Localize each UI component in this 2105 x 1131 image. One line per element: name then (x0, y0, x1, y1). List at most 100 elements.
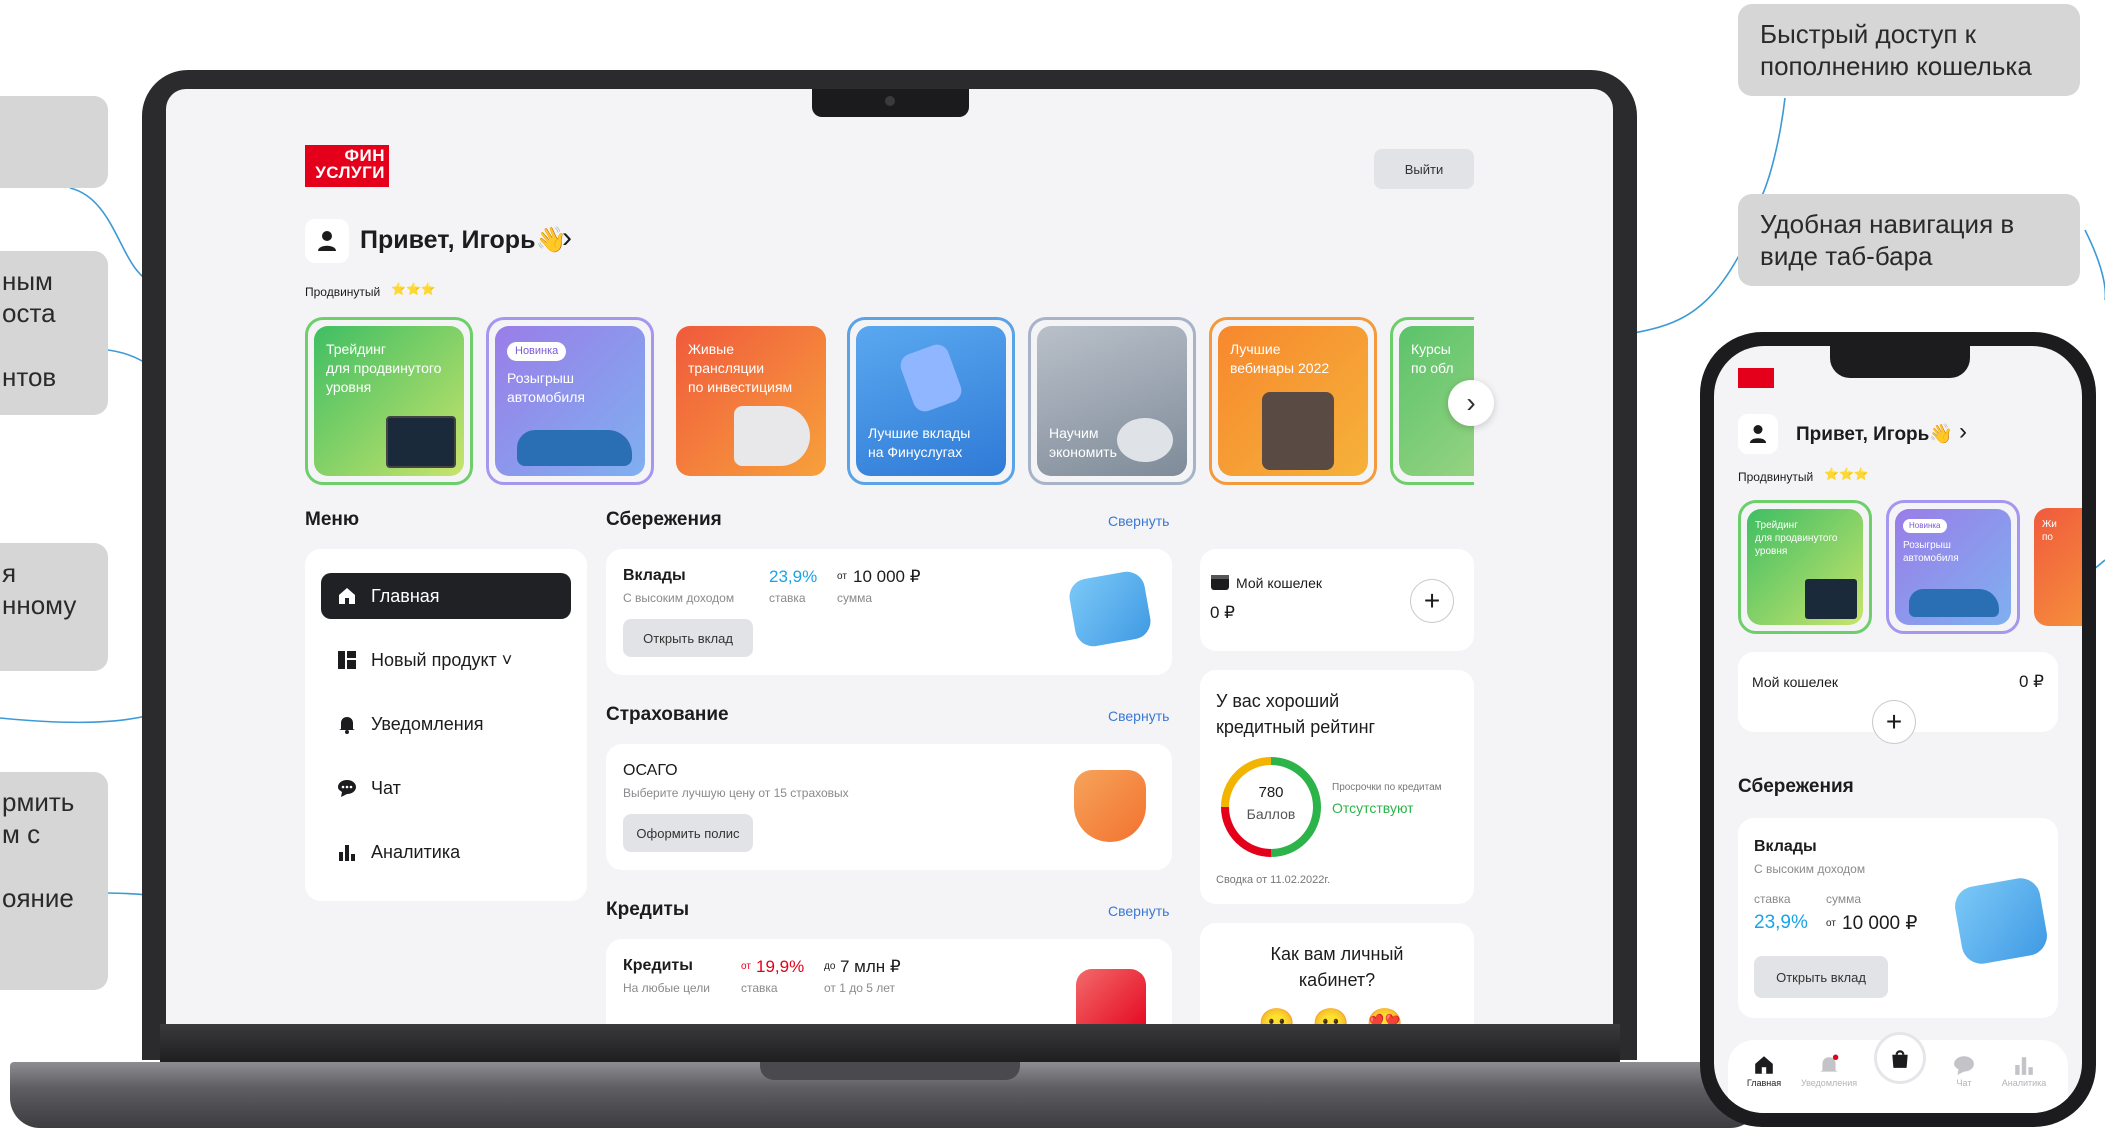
credit-sum: 7 млн ₽ (840, 957, 901, 976)
tab-notifications[interactable]: Уведомления (1792, 1054, 1866, 1088)
wallet-card[interactable]: Мой кошелек 0 ₽ + (1200, 549, 1474, 651)
credits-collapse-link[interactable]: Свернуть (1108, 903, 1169, 919)
tab-label: Уведомления (1800, 1078, 1858, 1088)
menu-item-notifications[interactable]: Уведомления (321, 701, 571, 747)
megaphone-icon (734, 406, 810, 466)
bell-icon (339, 717, 355, 734)
deposit-card[interactable]: Вклады С высоким доходом ставка сумма 23… (1738, 818, 2058, 1018)
percent-arrow-icon (897, 341, 965, 415)
savings-title: Сбережения (1738, 776, 1854, 797)
rating-score-label: Баллов (1246, 806, 1296, 822)
user-icon (318, 231, 336, 251)
home-icon (339, 588, 355, 604)
savings-title: Сбережения (606, 509, 722, 530)
greeting-chevron-icon[interactable]: › (562, 221, 572, 255)
deposit-sum: 10 000 ₽ (853, 567, 921, 586)
story-webinars[interactable]: Лучшие вебинары 2022 (1209, 317, 1377, 485)
story-title: Лучшие вклады на Финуслугах (868, 425, 971, 460)
menu-item-chat[interactable]: Чат (321, 765, 571, 811)
tab-products[interactable] (1874, 1032, 1926, 1084)
savings-collapse-link[interactable]: Свернуть (1108, 513, 1169, 529)
story-title: Трейдинг для продвинутого уровня (326, 341, 442, 395)
brand-logo[interactable] (1738, 368, 1774, 388)
menu-item-home[interactable]: Главная (321, 573, 571, 619)
avatar[interactable] (305, 219, 349, 263)
credit-card[interactable]: Кредиты На любые цели от 19,9% ставка до… (606, 939, 1172, 1024)
story-badge-new: Новинка (507, 342, 567, 361)
logout-button[interactable]: Выйти (1374, 149, 1474, 189)
story-title: Лучшие вебинары 2022 (1230, 341, 1330, 376)
story-trading[interactable]: Трейдинг для продвинутого уровня (305, 317, 473, 485)
open-deposit-button[interactable]: Открыть вклад (1754, 956, 1888, 998)
wallet-add-button[interactable]: + (1872, 700, 1916, 744)
logo-line-1: ФИН (344, 146, 385, 165)
menu-item-new-product[interactable]: Новый продукт ˅ (321, 637, 571, 683)
story-live-streams[interactable]: Живые трансляции по инвестициям (667, 317, 835, 485)
tab-label: Чат (1956, 1078, 1972, 1088)
story-live-clip: Жи по (2034, 508, 2082, 626)
home-icon (1755, 1056, 1773, 1074)
open-deposit-button[interactable]: Открыть вклад (623, 619, 753, 657)
callout-profile (0, 96, 108, 188)
story-learn-saving[interactable]: Научим экономить (1028, 317, 1196, 485)
emoji-meh-button[interactable]: 😐 (1312, 1007, 1349, 1024)
car-shield-icon (1074, 770, 1146, 842)
menu-item-label: Уведомления (371, 713, 484, 734)
menu-item-analytics[interactable]: Аналитика (321, 829, 571, 875)
greeting-text[interactable]: Привет, Игорь👋 (1796, 422, 1953, 446)
menu-item-label: Главная (371, 585, 440, 606)
emoji-love-button[interactable]: 😍 (1366, 1007, 1403, 1024)
deposit-sum-label: сумма (1826, 892, 1862, 906)
deposit-rate: 23,9% (769, 567, 818, 586)
story-badge-new: Новинка (1903, 519, 1947, 533)
story-car-raffle[interactable]: Новинка Розыгрыш автомобиля (486, 317, 654, 485)
story-car-raffle[interactable]: Новинка Розыгрыш автомобиля (1886, 500, 2020, 634)
credit-rate-label: ставка (741, 981, 778, 995)
buy-policy-button[interactable]: Оформить полис (623, 814, 753, 852)
tab-analytics[interactable]: Аналитика (1994, 1054, 2054, 1088)
tab-home[interactable]: Главная (1734, 1054, 1794, 1088)
wallet-balance: 0 ₽ (2019, 672, 2044, 691)
camera-icon (885, 96, 895, 106)
rating-summary-date: Сводка от 11.02.2022г. (1216, 874, 1331, 886)
osago-card[interactable]: ОСАГО Выберите лучшую цену от 15 страхов… (606, 744, 1172, 870)
credit-sum-prefix: до (824, 961, 836, 972)
story-trading[interactable]: Трейдинг для продвинутого уровня (1738, 500, 1872, 634)
greeting-text[interactable]: Привет, Игорь👋 (360, 226, 567, 255)
brand-logo[interactable]: ФИН УСЛУГИ (305, 145, 389, 187)
callout-wallet-topup: Быстрый доступ к пополнению кошелька (1738, 4, 2080, 96)
presentation-canvas: ным оста нтов я нному рмить м с ояние Бы… (0, 0, 2105, 1131)
wallet-3d-icon (1951, 875, 2051, 967)
credit-term: от 1 до 5 лет (824, 981, 896, 995)
callout-navigation: я нному (0, 543, 108, 671)
tab-bar: Главная Уведомления Чат Аналитика (1728, 1032, 2068, 1113)
wallet-add-button[interactable]: + (1410, 579, 1454, 623)
menu-title: Меню (305, 509, 360, 530)
deposit-card[interactable]: Вклады С высоким доходом 23,9% ставка от… (606, 549, 1172, 675)
rating-score: 780 (1258, 784, 1284, 801)
wallet-icon (1211, 575, 1229, 590)
insurance-collapse-link[interactable]: Свернуть (1108, 708, 1169, 724)
laptop-screen: ФИН УСЛУГИ Выйти Привет, Игорь👋 › Продви… (166, 89, 1613, 1024)
tab-chat[interactable]: Чат (1934, 1054, 1994, 1088)
calculator-icon (1262, 392, 1334, 470)
credit-rating-card[interactable]: У вас хороший кредитный рейтинг 780 Балл… (1200, 670, 1474, 904)
greeting-chevron-icon[interactable]: › (1959, 418, 1967, 446)
deposit-rate: 23,9% (1754, 912, 1808, 933)
story-title: Живые трансляции по инвестициям (688, 341, 793, 395)
stories-next-button[interactable]: › (1448, 380, 1494, 426)
car-icon (517, 430, 632, 466)
credit-rate-prefix: от (741, 961, 751, 972)
deposit-rate-label: ставка (769, 591, 806, 605)
menu-item-label: Чат (371, 777, 401, 798)
emoji-neutral-button[interactable]: 😐 (1258, 1007, 1295, 1024)
story-best-deposits[interactable]: Лучшие вклады на Финуслугах (847, 317, 1015, 485)
story-title: Розыгрыш автомобиля (507, 370, 585, 405)
deposit-name: Вклады (1754, 838, 1817, 855)
avatar[interactable] (1738, 414, 1778, 454)
callout-tabbar: Удобная навигация в виде таб-бара (1738, 194, 2080, 286)
bell-icon (1820, 1054, 1839, 1072)
story-live-streams[interactable]: Жи по (2034, 508, 2082, 626)
deposit-sum-prefix: от (837, 571, 847, 582)
laptop-chart-icon (386, 416, 456, 468)
